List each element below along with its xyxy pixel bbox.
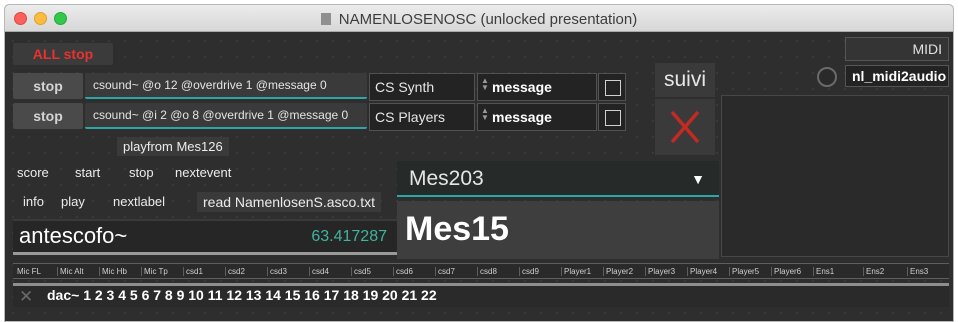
antescofo-label: antescofo~ bbox=[19, 223, 128, 248]
antescofo-tempo-value: 63.417287 bbox=[311, 228, 387, 245]
stop-message[interactable]: stop bbox=[129, 165, 154, 180]
channel-label: csd3 bbox=[267, 267, 287, 276]
channel-label: Player4 bbox=[687, 267, 717, 276]
csound-synth-message[interactable]: csound~ @o 12 @overdrive 1 @message 0 bbox=[85, 73, 367, 99]
midi-device-menu[interactable]: nl_midi2audio bbox=[845, 65, 949, 87]
read-score-message[interactable]: read NamenlosenS.asco.txt bbox=[197, 192, 381, 212]
channel-label: csd4 bbox=[309, 267, 329, 276]
channel-label: csd8 bbox=[477, 267, 497, 276]
channel-label: Ens2 bbox=[863, 267, 884, 276]
dac-object[interactable]: ✕ dac~ 1 2 3 4 5 6 7 8 9 10 11 12 13 14 … bbox=[13, 283, 949, 307]
message-number-1-value: message bbox=[492, 79, 552, 95]
close-x-icon bbox=[670, 110, 700, 144]
midi-label: MIDI bbox=[845, 37, 949, 61]
channel-label: Player3 bbox=[645, 267, 675, 276]
nextlabel-message[interactable]: nextlabel bbox=[113, 194, 165, 209]
message-number-2-value: message bbox=[492, 109, 552, 125]
title-bar: NAMENLOSENOSC (unlocked presentation) bbox=[5, 5, 953, 32]
message-number-1[interactable]: ▲ ▼ message bbox=[477, 73, 597, 101]
document-icon bbox=[320, 13, 331, 25]
window-title: NAMENLOSENOSC (unlocked presentation) bbox=[5, 11, 953, 28]
playfrom-message[interactable]: playfrom Mes126 bbox=[117, 137, 229, 156]
current-measure-display: Mes15 bbox=[397, 201, 719, 259]
csound-players-message[interactable]: csound~ @i 2 @o 8 @overdrive 1 @message … bbox=[85, 103, 367, 129]
channel-label: csd9 bbox=[519, 267, 539, 276]
dac-close-icon[interactable]: ✕ bbox=[19, 286, 33, 307]
channel-label: Mic FL bbox=[17, 267, 41, 276]
channel-label: csd1 bbox=[183, 267, 203, 276]
dac-label: dac~ 1 2 3 4 5 6 7 8 9 10 11 12 13 14 15… bbox=[47, 287, 437, 303]
channel-label: csd2 bbox=[225, 267, 245, 276]
channel-label: Ens1 bbox=[813, 267, 834, 276]
window-title-text: NAMENLOSENOSC (unlocked presentation) bbox=[338, 11, 638, 28]
midi-display-panel bbox=[721, 95, 949, 257]
nextevent-message[interactable]: nextevent bbox=[175, 165, 231, 180]
toggle-2[interactable] bbox=[598, 103, 626, 131]
channel-label: Mic Tp bbox=[141, 267, 168, 276]
close-x-button[interactable] bbox=[655, 99, 715, 155]
channel-label: csd5 bbox=[351, 267, 371, 276]
chevron-down-icon: ▼ bbox=[691, 171, 705, 187]
channel-label: Player5 bbox=[729, 267, 759, 276]
midi-indicator-led bbox=[817, 67, 837, 87]
stop-players-button[interactable]: stop bbox=[13, 103, 83, 129]
message-number-2[interactable]: ▲ ▼ message bbox=[477, 103, 597, 131]
presentation-canvas: ALL stop stop csound~ @o 12 @overdrive 1… bbox=[5, 33, 953, 321]
cs-players-menu[interactable]: CS Players bbox=[369, 103, 475, 131]
all-stop-button[interactable]: ALL stop bbox=[13, 43, 113, 65]
channel-label: Mic Alt bbox=[57, 267, 84, 276]
channel-label: Player6 bbox=[771, 267, 801, 276]
toggle-1[interactable] bbox=[598, 73, 626, 101]
patcher-window: NAMENLOSENOSC (unlocked presentation) AL… bbox=[4, 4, 954, 322]
start-message[interactable]: start bbox=[75, 165, 100, 180]
cs-synth-menu[interactable]: CS Synth bbox=[369, 73, 475, 101]
suivi-button[interactable]: suivi bbox=[655, 63, 715, 97]
antescofo-object[interactable]: antescofo~ 63.417287 bbox=[13, 219, 397, 255]
channel-label: Player2 bbox=[603, 267, 633, 276]
channel-label: csd6 bbox=[393, 267, 413, 276]
play-message[interactable]: play bbox=[61, 194, 85, 209]
measure-menu-value: Mes203 bbox=[409, 167, 484, 190]
channel-label: csd7 bbox=[435, 267, 455, 276]
channel-label: Ens3 bbox=[907, 267, 928, 276]
channel-header-strip: Mic FL Mic Alt Mic Hb Mic Tp csd1 csd2 c… bbox=[13, 263, 949, 279]
score-message[interactable]: score bbox=[17, 165, 49, 180]
channel-label: Player1 bbox=[561, 267, 591, 276]
stepper-arrows-icon: ▲ ▼ bbox=[481, 76, 489, 92]
info-message[interactable]: info bbox=[23, 194, 44, 209]
stepper-arrows-icon: ▲ ▼ bbox=[481, 106, 489, 122]
measure-menu[interactable]: Mes203 ▼ bbox=[397, 161, 719, 197]
channel-label: Mic Hb bbox=[99, 267, 127, 276]
stop-synth-button[interactable]: stop bbox=[13, 73, 83, 99]
